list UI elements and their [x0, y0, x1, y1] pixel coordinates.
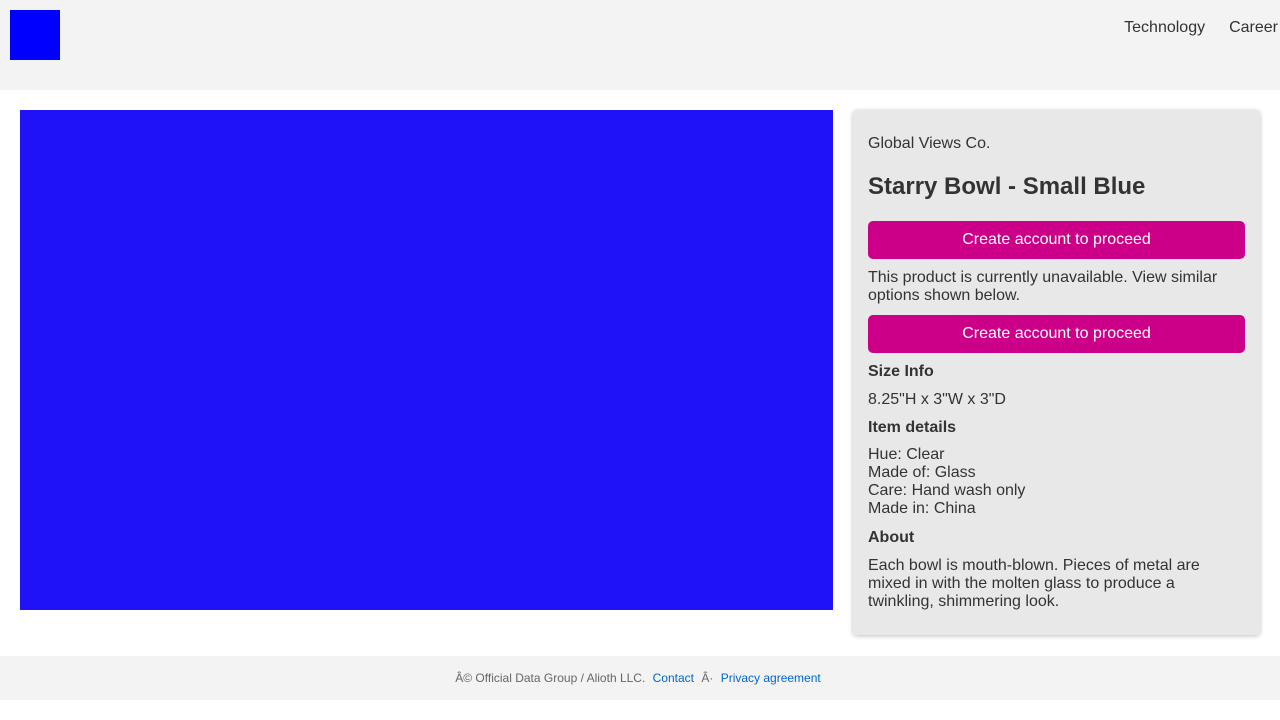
about-heading: About	[868, 529, 915, 546]
footer-separator: Â·	[701, 671, 714, 685]
detail-hue: Hue: Clear	[868, 446, 945, 463]
size-value: 8.25"H x 3"W x 3"D	[868, 391, 1006, 408]
site-header: Technology Career	[0, 0, 1280, 90]
logo[interactable]	[10, 10, 60, 60]
copyright-text: Â© Official Data Group / Alioth LLC.	[455, 671, 646, 685]
site-footer: Â© Official Data Group / Alioth LLC. Con…	[0, 656, 1280, 700]
detail-origin: Made in: China	[868, 500, 976, 517]
detail-care: Care: Hand wash only	[868, 482, 1026, 499]
size-heading: Size Info	[868, 363, 934, 380]
create-account-button-secondary[interactable]: Create account to proceed	[868, 315, 1245, 353]
detail-material: Made of: Glass	[868, 464, 976, 481]
privacy-link[interactable]: Privacy agreement	[721, 671, 821, 685]
product-image	[20, 110, 833, 610]
top-nav: Technology Career	[1124, 18, 1280, 38]
product-panel: Global Views Co. Starry Bowl - Small Blu…	[853, 110, 1260, 635]
unavailable-notice: This product is currently unavailable. V…	[868, 269, 1218, 304]
nav-career[interactable]: Career	[1229, 18, 1278, 38]
contact-link[interactable]: Contact	[653, 671, 694, 685]
brand-name: Global Views Co.	[868, 135, 991, 152]
details-list: Hue: Clear Made of: Glass Care: Hand was…	[868, 446, 1228, 518]
details-heading: Item details	[868, 419, 957, 436]
create-account-button[interactable]: Create account to proceed	[868, 221, 1245, 259]
nav-technology[interactable]: Technology	[1124, 18, 1205, 38]
product-title: Starry Bowl - Small Blue	[868, 173, 1146, 200]
about-text: Each bowl is mouth-blown. Pieces of meta…	[868, 557, 1200, 610]
